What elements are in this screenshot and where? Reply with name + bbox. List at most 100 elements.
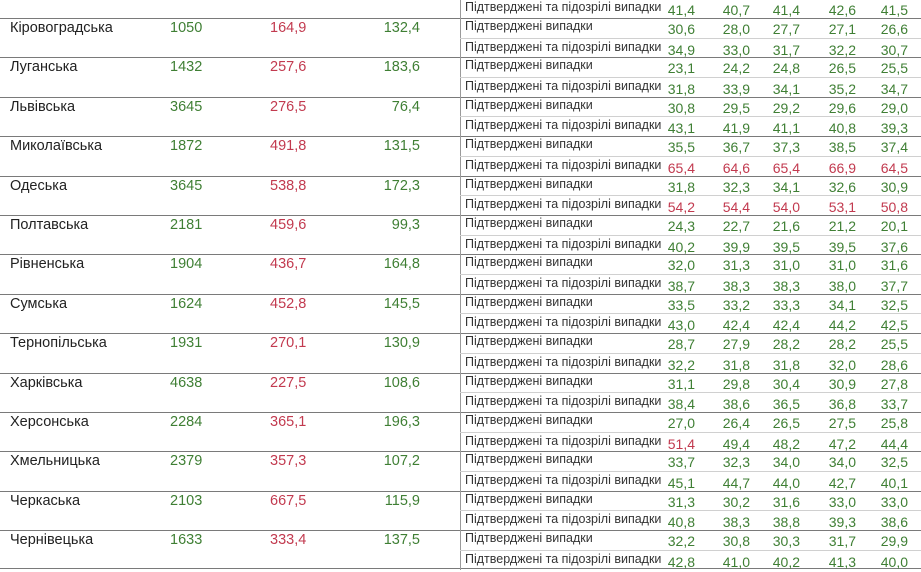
value-cell: 36,7 (722, 139, 750, 156)
region-third-value: 107,2 (383, 453, 420, 470)
value-cell: 38,8 (772, 514, 800, 531)
column-divider (460, 471, 461, 492)
value-cell: 32,5 (880, 296, 908, 313)
value-cell: 30,9 (828, 375, 856, 392)
row-type-label: Підтверджені та підозрілі випадки (465, 512, 662, 527)
column-divider (460, 175, 461, 196)
column-divider (460, 254, 461, 275)
value-cell: 30,2 (722, 493, 750, 510)
regional-stats-table: Підтверджені та підозрілі випадки 41,4 40,… (0, 0, 921, 571)
column-divider (460, 78, 461, 98)
value-cell: 33,2 (722, 296, 750, 313)
column-divider (460, 490, 461, 511)
column-divider (460, 96, 461, 117)
column-divider (460, 156, 461, 177)
value-cell: 64,5 (880, 159, 908, 176)
value-cell: 31,3 (667, 493, 695, 510)
value-cell: 34,1 (772, 81, 800, 98)
table-row: Херсонська 2284 365,1 196,3 Підтверджені вип… (0, 411, 921, 453)
value-cell: 27,5 (828, 414, 856, 431)
value-cell: 38,0 (828, 278, 856, 295)
value-cell: 26,6 (880, 21, 908, 37)
value-cell: 36,5 (772, 396, 800, 413)
value-cell: 32,5 (880, 454, 908, 471)
sub-row-confirmed: Підтверджені випадки 33,5 33,2 33,3 34,1 32,5 (460, 293, 921, 314)
table-row: Львівська 3645 276,5 76,4 Підтверджені випад… (0, 96, 921, 138)
value-cell: 27,8 (880, 375, 908, 392)
value-cell: 29,2 (772, 99, 800, 116)
region-third-value: 132,4 (383, 20, 420, 36)
value-cell: 38,7 (667, 278, 695, 295)
value-cell: 40,0 (880, 553, 908, 570)
row-type-label: Підтверджені та підозрілі випадки (465, 354, 662, 369)
column-divider (460, 530, 461, 550)
column-divider (460, 314, 461, 335)
value-cell: 29,8 (722, 375, 750, 392)
row-type-label: Підтверджені та підозрілі випадки (465, 79, 662, 94)
region-third-value: 196,3 (383, 413, 420, 430)
sub-row-confirmed: Підтверджені випадки 30,6 28,0 27,7 27,1 26,6 (460, 18, 921, 38)
region-third-value: 172,3 (383, 177, 420, 194)
value-cell: 42,8 (667, 553, 695, 570)
row-type-label: Підтверджені та підозрілі випадки (465, 276, 662, 291)
row-type-label: Підтверджені та підозрілі випадки (465, 0, 662, 14)
row-type-label: Підтверджені випадки (465, 491, 593, 506)
value-cell: 31,3 (722, 257, 750, 274)
value-cell: 38,4 (667, 396, 695, 413)
sub-row-confirmed: Підтверджені випадки 33,7 32,3 34,0 34,0 32,5 (460, 451, 921, 471)
value-cell: 30,8 (722, 533, 750, 550)
table-row: Одеська 3645 538,8 172,3 Підтверджені випадк… (0, 175, 921, 216)
column-divider (460, 136, 461, 156)
value-cell: 44,7 (722, 474, 750, 491)
value-cell: 25,5 (880, 336, 908, 353)
value-cell: 45,1 (667, 474, 695, 491)
row-type-label: Підтверджені та підозрілі випадки (465, 472, 662, 487)
value-cell: 25,5 (880, 60, 908, 77)
value-cell: 32,2 (667, 533, 695, 550)
row-type-label: Підтверджені та підозрілі випадки (465, 39, 662, 54)
value-cell: 33,0 (880, 493, 908, 510)
row-type-label: Підтверджені та підозрілі випадки (465, 197, 662, 212)
row-type-label: Підтверджені та підозрілі випадки (465, 315, 662, 330)
value-cell: 38,6 (880, 514, 908, 531)
value-cell: 30,6 (667, 21, 695, 37)
region-third-value: 137,5 (383, 532, 420, 549)
value-cell: 42,4 (722, 317, 750, 334)
value-cell: 44,2 (828, 317, 856, 334)
sub-row-confirmed-suspected: Підтверджені та підозрілі випадки 65,4 64,… (460, 155, 921, 177)
value-cell: 47,2 (828, 435, 856, 452)
sub-row-confirmed-suspected: Підтверджені та підозрілі випадки 40,8 38,… (460, 510, 921, 532)
value-cell: 31,7 (828, 533, 856, 550)
value-cell: 42,6 (828, 2, 856, 18)
column-divider (460, 451, 461, 471)
value-cell: 28,2 (772, 336, 800, 353)
value-cell: 34,0 (828, 454, 856, 471)
value-cell: 38,6 (722, 396, 750, 413)
value-cell: 51,4 (667, 435, 695, 452)
value-cell: 25,8 (880, 414, 908, 431)
row-type-label: Підтверджені та підозрілі випадки (465, 118, 662, 133)
value-cell: 34,0 (772, 454, 800, 471)
region-third-value: 164,8 (383, 256, 420, 273)
value-cell: 40,2 (667, 238, 695, 255)
value-cell: 42,7 (828, 474, 856, 491)
value-cell: 40,7 (722, 2, 750, 18)
value-cell: 64,6 (722, 159, 750, 176)
region-third-value: 99,3 (391, 216, 420, 233)
row-type-label: Підтверджені та підозрілі випадки (465, 551, 662, 566)
value-cell: 43,1 (667, 120, 695, 137)
row-type-label: Підтверджені та підозрілі випадки (465, 236, 662, 251)
column-divider (460, 18, 461, 38)
column-divider (460, 432, 461, 453)
row-type-label: Підтверджені випадки (465, 334, 593, 349)
row-type-label: Підтверджені та підозрілі випадки (465, 433, 662, 448)
value-cell: 29,6 (828, 99, 856, 116)
value-cell: 40,2 (772, 553, 800, 570)
value-cell: 36,8 (828, 396, 856, 413)
region-third-value: 108,6 (383, 374, 420, 391)
sub-row-confirmed-suspected: Підтверджені та підозрілі випадки 43,1 41,… (460, 116, 921, 138)
value-cell: 28,6 (880, 356, 908, 373)
value-cell: 29,9 (880, 533, 908, 550)
value-cell: 26,4 (722, 414, 750, 431)
table-row: Черкаська 2103 667,5 115,9 Підтверджені випа… (0, 490, 921, 532)
